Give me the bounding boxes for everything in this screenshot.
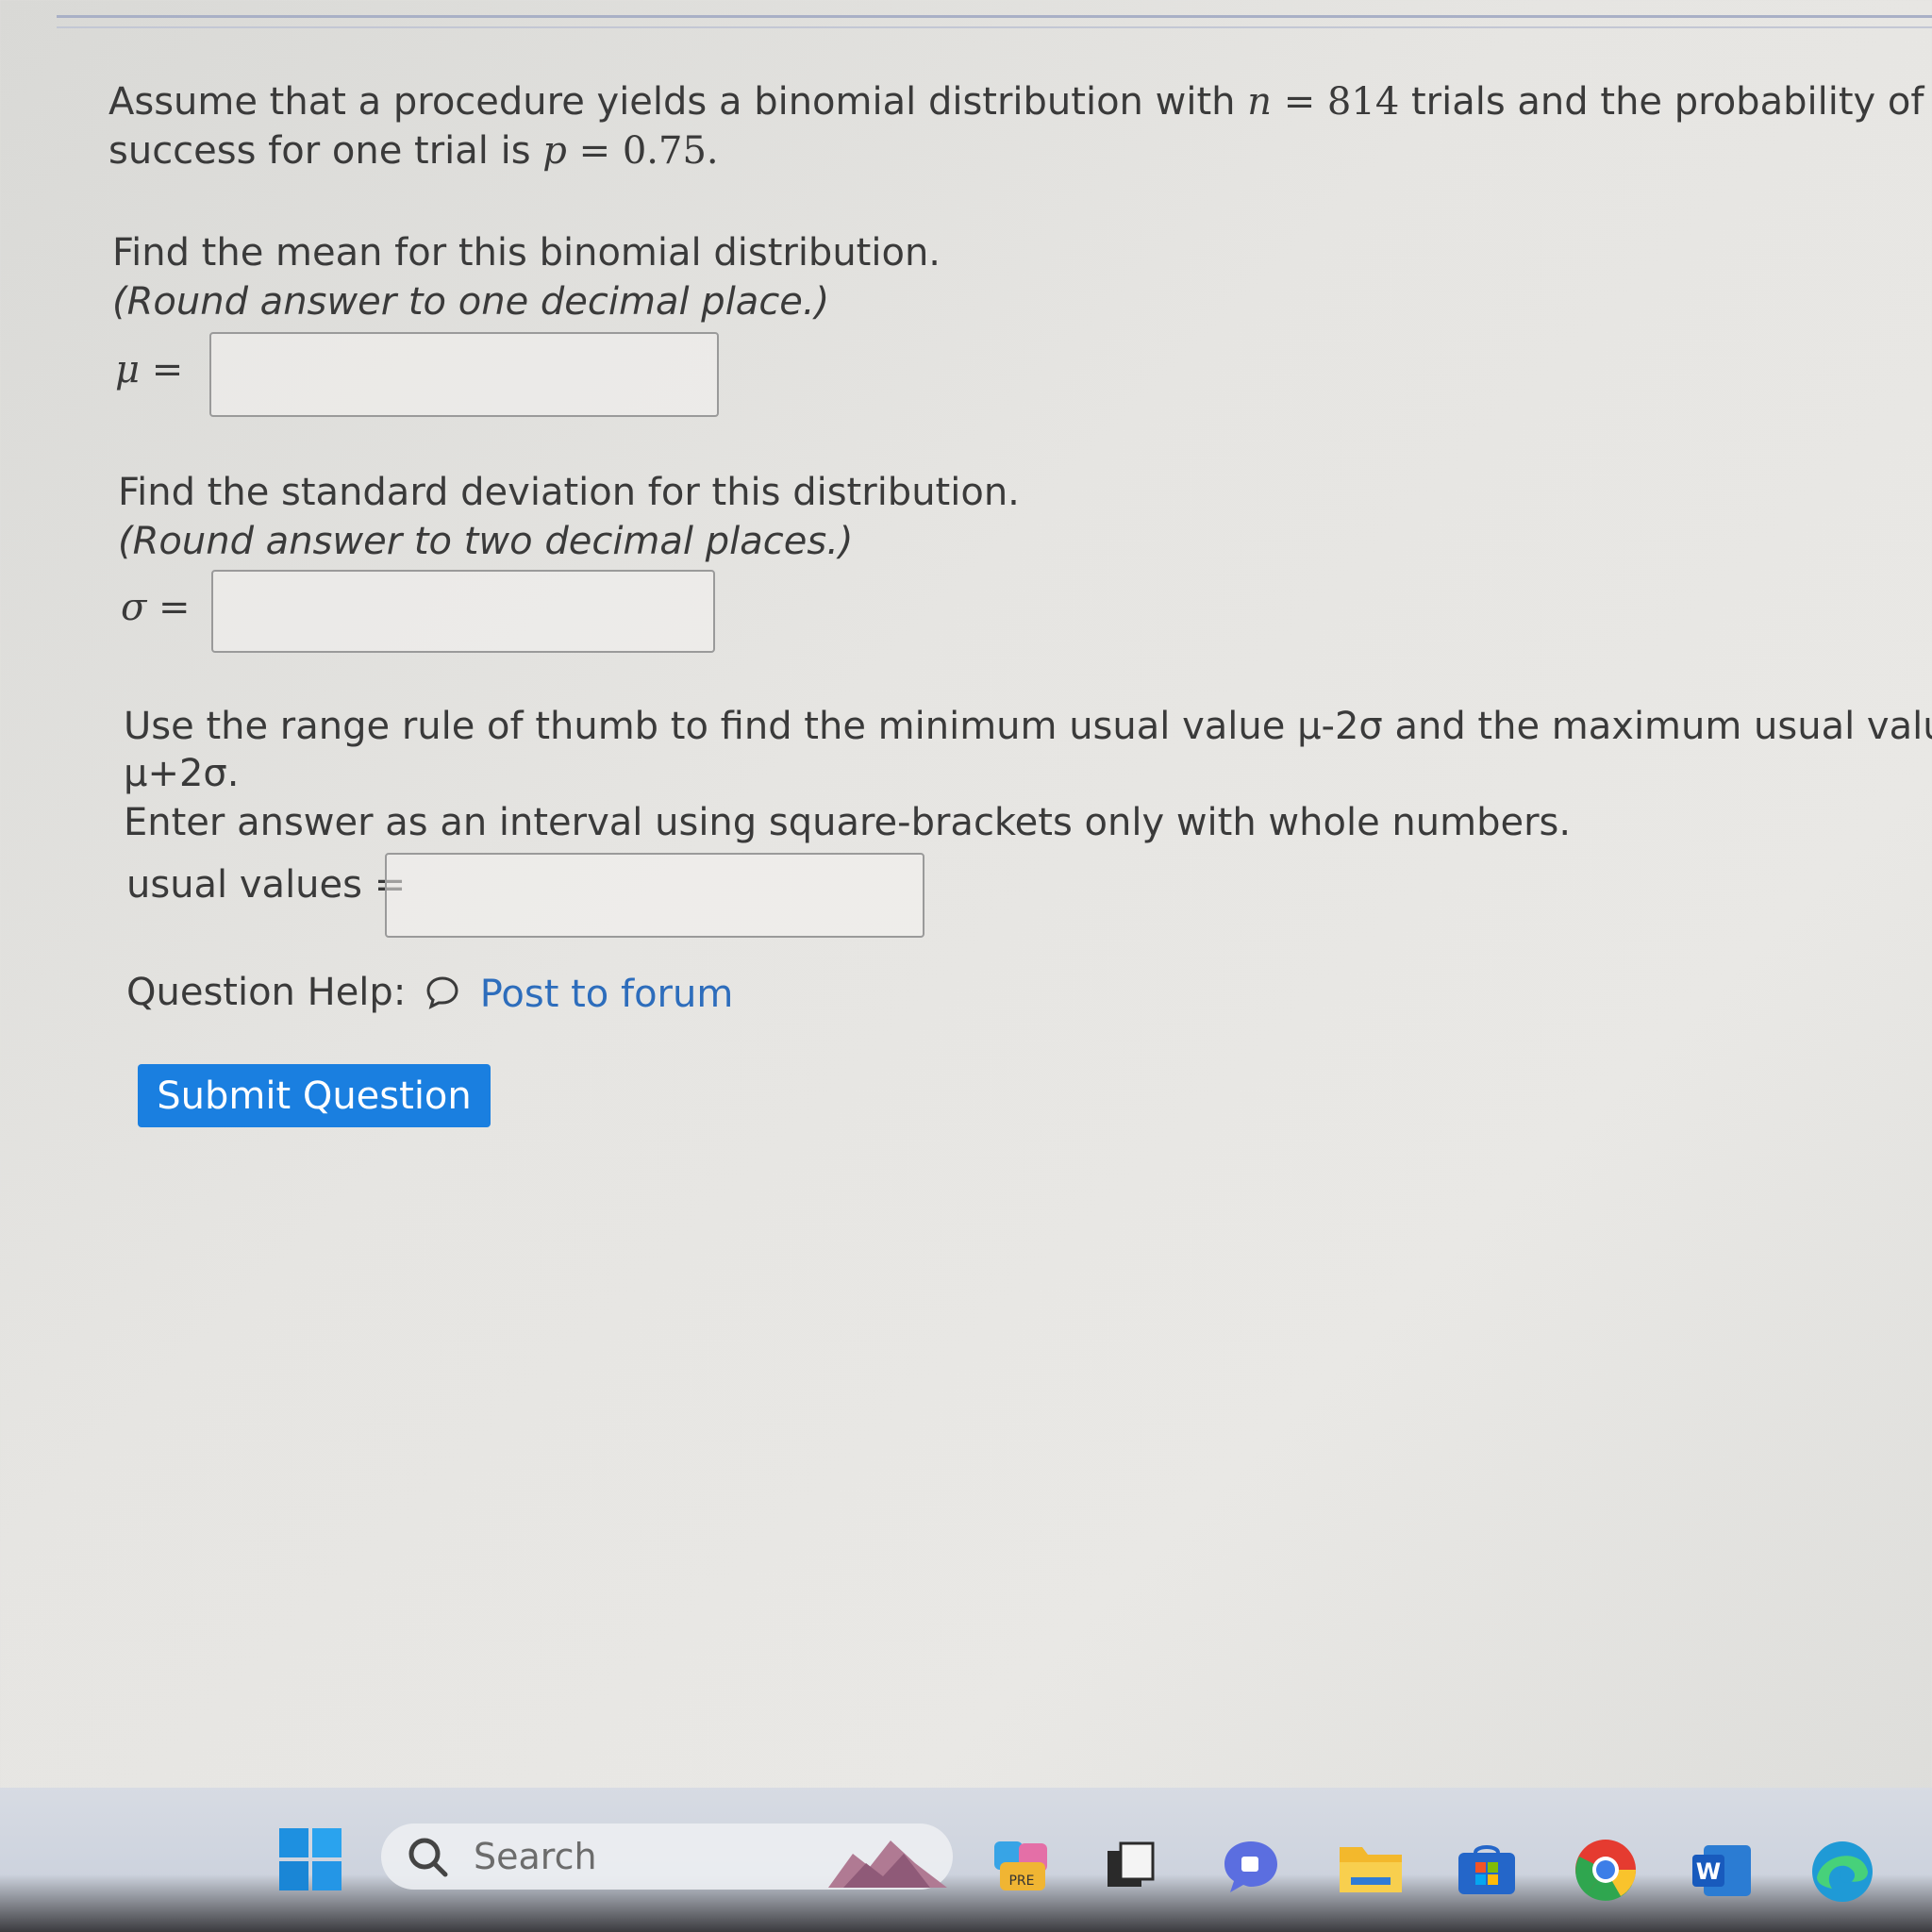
taskbar-search-placeholder: Search [474, 1836, 597, 1877]
task-view-icon[interactable] [1106, 1841, 1155, 1894]
windows-start-icon[interactable] [279, 1828, 341, 1894]
usual-values-input[interactable] [385, 853, 924, 938]
equals-sign: = [158, 586, 191, 629]
sd-label: σ = [121, 585, 191, 630]
search-icon [406, 1835, 451, 1884]
equals-sign: = [1283, 80, 1316, 124]
post-to-forum-link[interactable]: Post to forum [425, 972, 733, 1021]
range-prompt-line1: Use the range rule of thumb to find the … [124, 705, 1932, 748]
question-intro-line2: success for one trial is p = 0.75. [108, 128, 719, 174]
question-help-label: Question Help: [126, 971, 407, 1014]
submit-question-button[interactable]: Submit Question [138, 1064, 491, 1127]
copilot-icon[interactable]: PRE [992, 1838, 1051, 1904]
sd-rounding-note: (Round answer to two decimal places.) [118, 520, 854, 563]
range-instruction: Enter answer as an interval using square… [124, 801, 1572, 844]
speech-bubble-icon [425, 974, 460, 1021]
equals-sign: = [151, 348, 184, 391]
intro-text-middle: trials and the probability of [1411, 80, 1924, 124]
mean-prompt: Find the mean for this binomial distribu… [112, 231, 941, 275]
chrome-icon[interactable] [1574, 1838, 1638, 1906]
sigma-symbol: σ [121, 586, 147, 629]
widgets-icon[interactable] [824, 1835, 951, 1897]
mean-label: μ = [115, 347, 183, 392]
equals-sign: = [578, 129, 611, 173]
sd-prompt: Find the standard deviation for this dis… [118, 471, 1020, 514]
p-symbol: p [542, 129, 567, 173]
p-value: 0.75. [622, 129, 719, 173]
header-divider-secondary [57, 26, 1932, 28]
n-symbol: n [1247, 80, 1272, 124]
usual-values-label: usual values = [126, 863, 407, 907]
word-letter: W [1696, 1858, 1721, 1885]
mu-symbol: μ [115, 348, 140, 391]
edge-icon[interactable] [1809, 1840, 1875, 1907]
range-prompt-line2: μ+2σ. [124, 752, 240, 795]
forum-link-label[interactable]: Post to forum [480, 973, 734, 1016]
chat-icon[interactable] [1221, 1838, 1281, 1898]
question-intro-line1: Assume that a procedure yields a binomia… [108, 79, 1924, 125]
file-explorer-icon[interactable] [1338, 1840, 1404, 1898]
copilot-badge: PRE [1008, 1874, 1034, 1889]
intro-line2-text: success for one trial is [108, 129, 531, 173]
intro-text: Assume that a procedure yields a binomia… [108, 80, 1236, 124]
store-icon[interactable] [1457, 1841, 1517, 1900]
header-divider [57, 15, 1932, 18]
mean-input[interactable] [209, 332, 719, 417]
n-value: 814 [1326, 80, 1400, 124]
mean-rounding-note: (Round answer to one decimal place.) [112, 280, 830, 324]
sd-input[interactable] [211, 570, 715, 653]
word-icon[interactable]: W [1690, 1843, 1753, 1902]
